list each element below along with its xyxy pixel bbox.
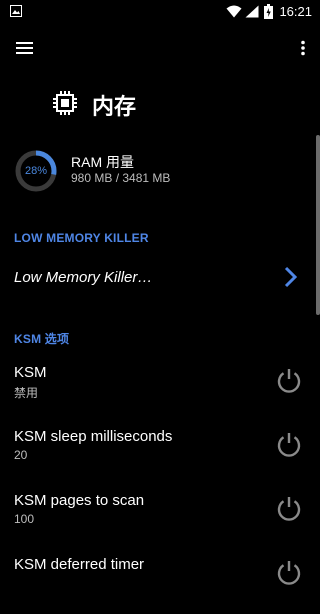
low-memory-killer-label: Low Memory Killer… — [14, 269, 153, 286]
power-toggle-icon[interactable] — [275, 558, 303, 586]
setting-value: 100 — [14, 512, 35, 526]
setting-value: 20 — [14, 448, 28, 462]
page-title: 内存 — [92, 94, 137, 119]
more-options-icon[interactable] — [300, 40, 306, 56]
menu-icon[interactable] — [15, 40, 35, 56]
setting-title: KSM sleep milliseconds — [14, 428, 173, 445]
setting-title: KSM pages to scan — [14, 492, 145, 509]
power-toggle-icon[interactable] — [275, 494, 303, 522]
setting-value: 禁用 — [14, 386, 39, 400]
setting-title: KSM deferred timer — [14, 556, 145, 573]
scrollbar[interactable] — [316, 135, 320, 315]
status-bar: 16:21 — [0, 0, 320, 24]
power-toggle-icon[interactable] — [275, 366, 303, 394]
power-toggle-icon[interactable] — [275, 430, 303, 458]
ksm-deferred-timer-setting[interactable]: KSM deferred timer — [0, 556, 312, 614]
ksm-pages-to-scan-setting[interactable]: KSM pages to scan 100 — [0, 492, 312, 550]
signal-icon — [245, 5, 259, 18]
battery-charging-icon — [264, 4, 273, 19]
ram-usage-gauge: 28% — [14, 149, 58, 193]
setting-title: KSM — [14, 364, 47, 381]
ksm-sleep-milliseconds-setting[interactable]: KSM sleep milliseconds 20 — [0, 428, 312, 486]
chevron-right-icon — [284, 266, 298, 288]
memory-chip-icon — [53, 91, 77, 115]
status-time: 16:21 — [279, 4, 312, 19]
section-header-lmk: LOW MEMORY KILLER — [14, 231, 149, 245]
ksm-setting[interactable]: KSM 禁用 — [0, 364, 312, 422]
ram-usage-label: RAM 用量 — [71, 154, 134, 170]
app-bar — [0, 24, 320, 70]
ram-usage: 28% RAM 用量 980 MB / 3481 MB — [14, 148, 304, 194]
ram-usage-value: 980 MB / 3481 MB — [71, 171, 171, 185]
image-notification-icon — [10, 5, 22, 17]
section-header-ksm: KSM 选项 — [14, 332, 70, 346]
ram-percent: 28% — [24, 165, 48, 177]
wifi-icon — [226, 5, 242, 18]
low-memory-killer-item[interactable]: Low Memory Killer… — [0, 256, 312, 300]
